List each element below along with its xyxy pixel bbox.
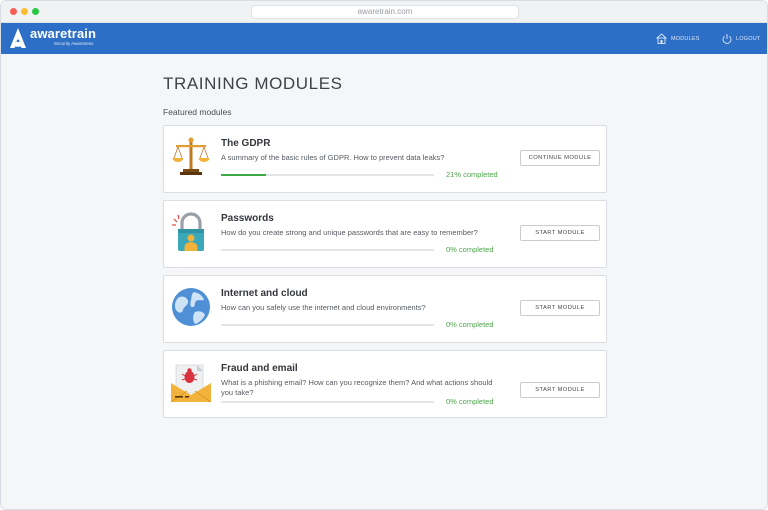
address-bar[interactable]: awaretrain.com <box>251 5 519 19</box>
close-window-button[interactable] <box>10 8 17 15</box>
app-header: awaretrain Security Awareness MODULES LO… <box>1 23 767 54</box>
module-progress-bar <box>221 249 434 251</box>
module-card-passwords: Passwords How do you create strong and u… <box>163 200 607 268</box>
maximize-window-button[interactable] <box>32 8 39 15</box>
page-title: TRAINING MODULES <box>163 74 343 93</box>
module-title: The GDPR <box>221 138 271 149</box>
padlock-icon <box>172 212 204 251</box>
module-title: Fraud and email <box>221 363 298 374</box>
module-card-fraud-email: Fraud and email What is a phishing email… <box>163 350 607 418</box>
module-description: A summary of the basic rules of GDPR. Ho… <box>221 153 445 162</box>
start-module-button[interactable]: START MODULE <box>520 382 600 398</box>
start-module-button[interactable]: START MODULE <box>520 300 600 316</box>
module-progress-fill <box>221 174 266 176</box>
brand-logo[interactable]: awaretrain Security Awareness <box>9 27 96 51</box>
home-icon <box>656 33 667 44</box>
module-progress-bar <box>221 174 434 176</box>
start-module-button[interactable]: START MODULE <box>520 225 600 241</box>
nav-logout-label: LOGOUT <box>736 35 761 42</box>
module-progress-bar <box>221 324 434 326</box>
module-progress-text: 0% completed <box>446 245 494 254</box>
minimize-window-button[interactable] <box>21 8 28 15</box>
module-progress-text: 21% completed <box>446 170 498 179</box>
brand-name: awaretrain <box>30 26 97 41</box>
power-icon <box>722 33 732 44</box>
awaretrain-logo-icon <box>10 28 26 48</box>
module-description: What is a phishing email? How can you re… <box>221 378 493 397</box>
phishing-envelope-icon <box>170 364 212 403</box>
module-title: Internet and cloud <box>221 288 308 299</box>
nav-logout[interactable]: LOGOUT <box>721 23 760 54</box>
continue-module-button[interactable]: CONTINUE MODULE <box>520 150 600 166</box>
scales-icon <box>172 137 210 175</box>
brand-tagline: Security Awareness <box>54 41 94 46</box>
module-card-gdpr: The GDPR A summary of the basic rules of… <box>163 125 607 193</box>
module-progress-text: 0% completed <box>446 320 494 329</box>
nav-modules-label: MODULES <box>671 35 700 42</box>
section-heading: Featured modules <box>163 107 232 117</box>
globe-icon <box>172 288 210 326</box>
module-progress-text: 0% completed <box>446 397 494 406</box>
main-content: TRAINING MODULES Featured modules The GD… <box>1 55 767 509</box>
browser-window: awaretrain.com awaretrain Security Aware… <box>0 0 768 510</box>
nav-modules[interactable]: MODULES <box>655 23 700 54</box>
module-title: Passwords <box>221 213 274 224</box>
module-description: How can you safely use the internet and … <box>221 303 426 312</box>
module-description: How do you create strong and unique pass… <box>221 228 478 237</box>
module-card-internet-cloud: Internet and cloud How can you safely us… <box>163 275 607 343</box>
module-progress-bar <box>221 401 434 403</box>
browser-chrome: awaretrain.com <box>1 1 767 23</box>
